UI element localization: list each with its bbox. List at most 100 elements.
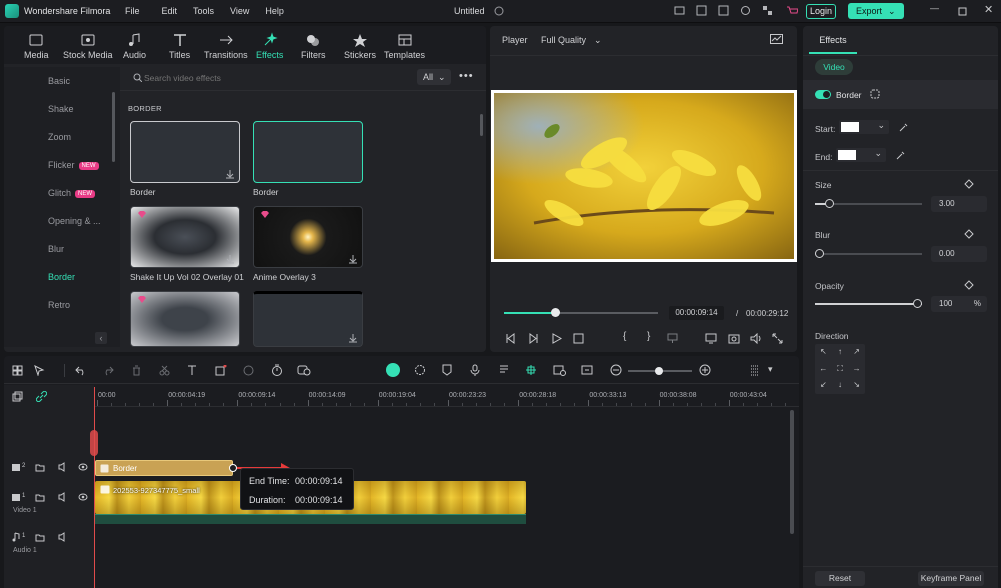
keyframe-diamond-icon[interactable] xyxy=(964,229,974,239)
tab-effects[interactable]: Effects xyxy=(809,28,857,54)
folder-lock-icon[interactable] xyxy=(35,492,45,502)
eye-icon[interactable] xyxy=(78,493,88,501)
audio-stretch-icon[interactable] xyxy=(297,364,311,376)
tool-stickers[interactable]: Stickers xyxy=(344,32,376,60)
track-layout-icon[interactable] xyxy=(749,364,761,376)
save-icon[interactable] xyxy=(696,5,707,16)
restore-button[interactable] xyxy=(958,6,968,16)
end-color-picker[interactable]: ⌄ xyxy=(836,148,886,162)
zoom-out-icon[interactable] xyxy=(610,364,622,376)
reset-button[interactable]: Reset xyxy=(815,571,865,586)
display-icon[interactable] xyxy=(705,333,717,344)
category-opening[interactable]: Opening & ... xyxy=(4,207,120,235)
blur-slider-handle[interactable] xyxy=(815,249,824,258)
insert-icon[interactable] xyxy=(667,333,678,344)
direction-grid[interactable]: ↖ ↑ ↗ ← ⛶ → ↙ ↓ ↘ xyxy=(815,344,865,394)
eyedropper-icon[interactable] xyxy=(896,150,906,160)
keyframe-diamond-icon[interactable] xyxy=(964,280,974,290)
effect-card[interactable] xyxy=(130,291,240,347)
pip-icon[interactable] xyxy=(581,364,593,376)
menu-file[interactable]: File xyxy=(125,6,140,16)
microphone-icon[interactable] xyxy=(470,364,480,376)
redo-icon[interactable] xyxy=(102,365,114,376)
delete-icon[interactable] xyxy=(131,365,142,376)
marker-icon[interactable] xyxy=(442,364,452,376)
playhead-line[interactable] xyxy=(94,387,95,588)
collapse-sidebar-button[interactable]: ‹ xyxy=(95,332,107,344)
waveform-monitor-icon[interactable] xyxy=(770,34,783,44)
folder-lock-icon[interactable] xyxy=(35,532,45,542)
eyedropper-icon[interactable] xyxy=(899,122,909,132)
keyframe-panel-button[interactable]: Keyframe Panel xyxy=(918,571,984,586)
speed-timer-icon[interactable] xyxy=(271,364,283,376)
speaker-icon[interactable] xyxy=(58,462,68,472)
snapshot-icon[interactable] xyxy=(728,333,740,344)
menu-view[interactable]: View xyxy=(230,6,249,16)
scissors-icon[interactable] xyxy=(159,365,170,376)
playback-handle[interactable] xyxy=(550,308,560,317)
text-tool-icon[interactable] xyxy=(187,365,199,376)
arrow-up-icon[interactable]: ↑ xyxy=(832,344,849,361)
fullscreen-icon[interactable] xyxy=(772,333,783,344)
category-basic[interactable]: Basic xyxy=(4,67,120,95)
playhead-handle[interactable] xyxy=(90,430,98,456)
center-frame-icon[interactable]: ⛶ xyxy=(832,361,849,378)
effect-toggle[interactable] xyxy=(815,90,831,99)
auto-highlight-button[interactable] xyxy=(386,363,400,377)
close-button[interactable]: ✕ xyxy=(984,3,993,16)
speaker-icon[interactable] xyxy=(58,532,68,542)
subtab-video[interactable]: Video xyxy=(815,59,853,75)
undo-icon[interactable] xyxy=(75,365,87,376)
category-glitch[interactable]: Glitch NEW xyxy=(4,179,120,207)
opacity-slider[interactable] xyxy=(815,303,922,305)
effect-card[interactable] xyxy=(253,291,363,347)
category-flicker[interactable]: Flicker NEW xyxy=(4,151,120,179)
export-button[interactable]: Export ⌄ xyxy=(848,3,904,19)
effect-card-selected[interactable]: Border xyxy=(253,121,363,197)
category-zoom[interactable]: Zoom xyxy=(4,123,120,151)
menu-edit[interactable]: Edit xyxy=(162,6,178,16)
snap-icon[interactable] xyxy=(525,364,537,376)
menu-tools[interactable]: Tools xyxy=(193,6,214,16)
blur-value-input[interactable]: 0.00 xyxy=(931,246,987,262)
blur-slider[interactable] xyxy=(815,253,922,255)
quality-dropdown[interactable]: Full Quality ⌄ xyxy=(541,35,602,46)
speaker-icon[interactable] xyxy=(58,492,68,502)
monitor-icon[interactable] xyxy=(674,5,685,16)
minimize-button[interactable]: — xyxy=(930,3,939,13)
category-scrollbar[interactable] xyxy=(112,92,115,162)
tool-titles[interactable]: Titles xyxy=(169,32,190,60)
category-border[interactable]: Border xyxy=(4,263,120,291)
size-value-input[interactable]: 3.00 xyxy=(931,196,987,212)
stop-icon[interactable] xyxy=(573,333,584,344)
crop-icon[interactable] xyxy=(215,365,227,376)
chevron-down-icon[interactable]: ▾ xyxy=(768,364,773,375)
size-slider-handle[interactable] xyxy=(825,199,834,208)
filter-dropdown[interactable]: All ⌄ xyxy=(417,69,451,85)
arrow-down-icon[interactable]: ↓ xyxy=(832,377,849,394)
timeline-scrollbar[interactable] xyxy=(790,410,794,534)
mark-out-icon[interactable]: } xyxy=(647,331,650,342)
volume-icon[interactable] xyxy=(750,333,762,344)
select-cursor-icon[interactable] xyxy=(34,365,46,376)
effect-card[interactable]: Shake It Up Vol 02 Overlay 01 xyxy=(130,206,244,282)
tool-filters[interactable]: Filters xyxy=(301,32,326,60)
tool-transitions[interactable]: Transitions xyxy=(204,32,248,60)
category-blur[interactable]: Blur xyxy=(4,235,120,263)
zoom-in-icon[interactable] xyxy=(699,364,711,376)
eye-icon[interactable] xyxy=(78,463,88,471)
effect-card[interactable]: Border xyxy=(130,121,240,197)
play-icon[interactable] xyxy=(551,333,562,344)
grid-icon[interactable] xyxy=(762,5,773,16)
auto-reframe-icon[interactable] xyxy=(553,364,566,376)
start-color-picker[interactable]: ⌄ xyxy=(839,120,889,134)
arrow-up-right-icon[interactable]: ↗ xyxy=(848,344,865,361)
cloud-status-icon[interactable] xyxy=(494,6,504,16)
arrow-right-icon[interactable]: → xyxy=(848,361,865,378)
effect-card[interactable]: Anime Overlay 3 xyxy=(253,206,363,282)
category-shake[interactable]: Shake xyxy=(4,95,120,123)
render-icon[interactable] xyxy=(414,364,426,376)
tool-audio[interactable]: Audio xyxy=(123,32,146,60)
arrow-down-left-icon[interactable]: ↙ xyxy=(815,377,832,394)
arrow-up-left-icon[interactable]: ↖ xyxy=(815,344,832,361)
